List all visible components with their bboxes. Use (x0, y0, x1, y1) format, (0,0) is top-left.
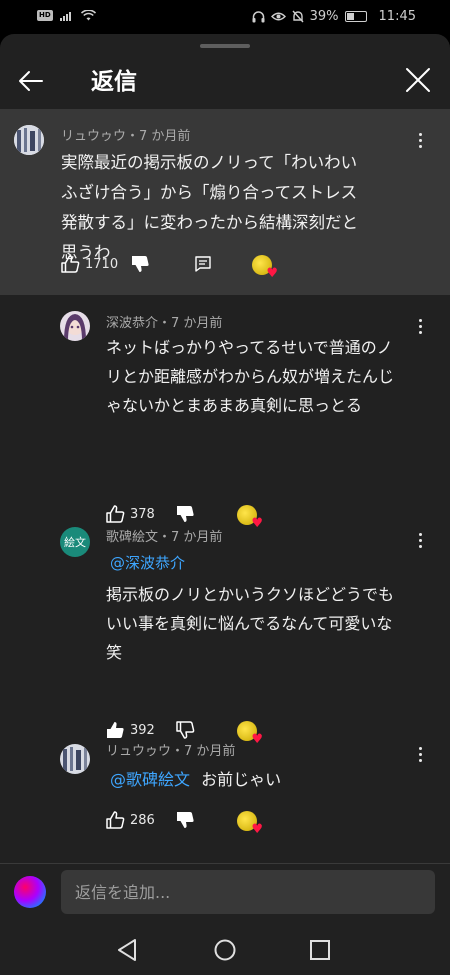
thumbs-down-icon[interactable] (176, 505, 195, 523)
page-title: 返信 (91, 69, 137, 95)
parent-comment: リュウゥウ・7 か月前 実際最近の掲示板のノリって「わいわいふざけ合う」から「煽… (0, 109, 450, 295)
comment-actions: 1710 ♥ (61, 255, 441, 280)
more-options-icon[interactable] (417, 747, 423, 767)
add-reply-input[interactable] (61, 870, 435, 914)
avatar-initials: 絵文 (64, 536, 86, 549)
status-left: HD (37, 10, 96, 21)
thumbs-up-icon (61, 255, 80, 273)
like-count: 378 (130, 506, 155, 522)
avatar-image (14, 125, 44, 155)
creator-heart-icon: ♥ (252, 255, 278, 280)
comment-text: お前じゃい (201, 770, 282, 789)
more-options-icon[interactable] (417, 133, 423, 153)
drag-handle[interactable] (200, 44, 250, 48)
creator-heart-icon: ♥ (237, 505, 263, 530)
back-arrow-icon[interactable] (16, 66, 46, 96)
like-count: 1710 (85, 256, 119, 272)
status-right: 39% 11:45 (252, 9, 416, 24)
thumbs-up-icon (106, 811, 125, 829)
nav-recents-icon[interactable] (307, 937, 333, 963)
comment-author[interactable]: リュウゥウ・7 か月前 (61, 125, 190, 144)
replies-header: 返信 (0, 58, 450, 108)
user-avatar[interactable] (14, 876, 46, 908)
mention-link[interactable]: @深波恭介 (110, 551, 310, 575)
like-button[interactable]: 286 (106, 811, 155, 829)
nav-back-icon[interactable] (115, 937, 141, 963)
comment-actions: 286 ♥ (106, 811, 436, 836)
hd-badge: HD (37, 10, 53, 21)
signal-icon (59, 12, 71, 21)
battery-fill (346, 13, 354, 20)
avatar[interactable] (60, 744, 90, 774)
close-icon[interactable] (404, 66, 432, 94)
comment-text: 掲示板のノリとかいうクソほどどうでもいい事を真剣に悩んでるなんて可愛いな笑 (106, 585, 395, 662)
reply-comment: 絵文 歌碑絵文・7 か月前 @深波恭介 掲示板のノリとかいうクソほどどうでもいい… (0, 524, 450, 746)
eye-icon (270, 12, 286, 21)
system-nav-bar (0, 925, 450, 975)
comment-author[interactable]: リュウゥウ・7 か月前 (106, 740, 235, 759)
reply-icon[interactable] (195, 256, 211, 272)
status-bar: HD 39% 11:45 (0, 0, 450, 34)
like-count: 286 (130, 812, 155, 828)
avatar[interactable] (14, 125, 44, 155)
reply-comment: 深波恭介・7 か月前 ネットばっかりやってるせいで普通のノリとか距離感がわからん… (0, 304, 450, 530)
thumbs-up-icon (106, 505, 125, 523)
thumbs-down-icon[interactable] (176, 811, 195, 829)
clock: 11:45 (378, 9, 416, 24)
reply-line: @歌碑絵文 お前じゃい (110, 766, 281, 790)
comment-author[interactable]: 歌碑絵文・7 か月前 (106, 526, 222, 545)
avatar[interactable] (60, 311, 90, 341)
more-options-icon[interactable] (417, 533, 423, 553)
nav-home-icon[interactable] (212, 937, 238, 963)
mention-link[interactable]: @歌碑絵文 (110, 770, 190, 789)
avatar-image (60, 744, 90, 774)
headphones-icon (252, 10, 265, 22)
mute-bell-icon (292, 10, 304, 23)
like-button[interactable]: 1710 (61, 255, 118, 273)
battery-percent: 39% (309, 9, 339, 24)
avatar[interactable]: 絵文 (60, 527, 90, 557)
comment-author[interactable]: 深波恭介・7 か月前 (106, 312, 222, 331)
comment-text: ネットばっかりやってるせいで普通のノリとか距離感がわからん奴が増えたんじゃないか… (106, 338, 395, 415)
more-options-icon[interactable] (417, 319, 423, 339)
replies-sheet: 返信 リュウゥウ・7 か月前 実際最近の掲示板のノリって「わいわいふざけ合う」か… (0, 34, 450, 975)
wifi-icon (80, 10, 96, 21)
comment-text: 実際最近の掲示板のノリって「わいわいふざけ合う」から「煽り合ってストレス発散する… (61, 153, 358, 262)
reply-compose-bar (0, 864, 450, 924)
avatar-image (60, 311, 90, 341)
like-button[interactable]: 378 (106, 505, 155, 523)
creator-heart-icon: ♥ (237, 811, 263, 836)
reply-comment: リュウゥウ・7 か月前 @歌碑絵文 お前じゃい 286 ♥ (0, 734, 450, 844)
thumbs-down-icon[interactable] (131, 255, 150, 273)
battery-icon (344, 11, 367, 22)
